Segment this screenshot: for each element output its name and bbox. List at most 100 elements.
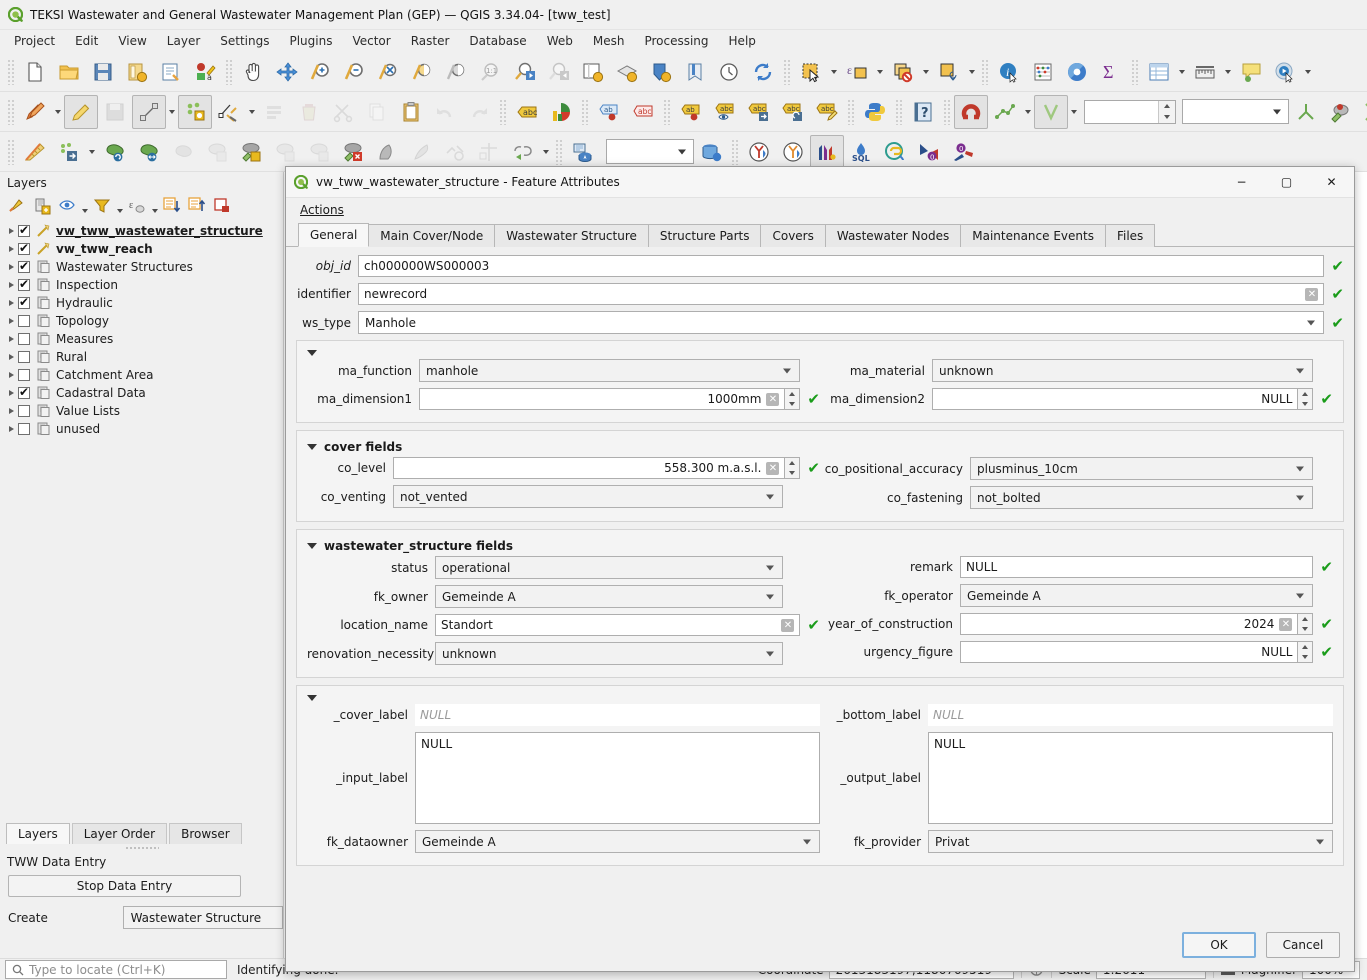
expand-all-icon[interactable] [160,194,184,218]
open-attribute-table-icon[interactable] [1142,55,1176,89]
new-print-layout2-icon[interactable] [644,55,678,89]
db-layer-combo[interactable] [606,139,694,164]
deselect-features-icon[interactable] [886,55,920,89]
tww-node-icon[interactable]: 0 [946,135,980,169]
cancel-button[interactable]: Cancel [1266,932,1340,958]
menu-web[interactable]: Web [537,32,583,50]
collapse-triangle-icon[interactable] [307,444,317,450]
spinner-arrows[interactable] [1158,100,1175,123]
offset-curve-icon[interactable] [404,135,438,169]
tww-flowdir-icon[interactable]: 0 [912,135,946,169]
layer-visibility-checkbox[interactable] [18,333,30,345]
layer-row[interactable]: Measures [0,330,283,348]
merge-features-icon[interactable] [506,135,540,169]
move-label-icon[interactable]: abc [742,95,776,129]
co-positional-accuracy-combo[interactable]: plusminus_10cm [970,457,1314,480]
select-value-icon[interactable] [932,55,966,89]
select-features-icon[interactable] [794,55,828,89]
sum-icon[interactable]: Σ [1094,55,1128,89]
run-action-icon[interactable] [1268,55,1302,89]
vertex-tool-icon[interactable] [212,95,246,129]
layer-row[interactable]: vw_tww_wastewater_structure [0,222,283,240]
redo-icon[interactable] [462,95,496,129]
layer-row[interactable]: Catchment Area [0,366,283,384]
tww-wizard-icon[interactable] [742,135,776,169]
urgency-figure-input[interactable]: NULL [960,641,1299,663]
chevron-down-icon[interactable] [80,195,89,217]
identify-features-icon[interactable]: i [992,55,1026,89]
urgency-figure-spinner[interactable] [1298,641,1314,663]
highlight-unplaced-labels-icon[interactable]: abc [626,95,660,129]
maximize-button[interactable]: ▢ [1264,167,1309,198]
chevron-down-icon[interactable] [166,97,178,127]
menu-layer[interactable]: Layer [157,32,210,50]
cut-features-icon[interactable] [326,95,360,129]
tww-connect-icon[interactable] [878,135,912,169]
chevron-down-icon[interactable] [1302,57,1314,87]
refresh-icon[interactable] [746,55,780,89]
zoom-to-selection-icon[interactable] [406,55,440,89]
chevron-down-icon[interactable] [1068,97,1080,127]
minimize-button[interactable]: − [1219,167,1264,198]
measure-line-icon[interactable] [1188,55,1222,89]
ws-type-combo[interactable]: Manhole [358,311,1325,334]
python-console-icon[interactable] [858,95,892,129]
bottom-label-input[interactable]: NULL [928,704,1333,726]
layer-row[interactable]: Cadastral Data [0,384,283,402]
chevron-down-icon[interactable] [150,195,159,217]
add-part2-icon[interactable] [234,135,268,169]
expand-arrow-icon[interactable] [4,372,18,378]
chevron-down-icon[interactable] [874,57,886,87]
fill-ring-icon[interactable] [268,135,302,169]
chevron-down-icon[interactable] [246,97,258,127]
create-type-combo[interactable]: Wastewater Structure [122,906,283,929]
simplify-feature-icon[interactable] [166,135,200,169]
ma-material-combo[interactable]: unknown [932,359,1314,382]
collapse-triangle-icon[interactable] [307,543,317,549]
chevron-down-icon[interactable] [1176,57,1188,87]
split-parts-icon[interactable] [472,135,506,169]
copy-features-icon[interactable] [360,95,394,129]
menu-raster[interactable]: Raster [401,32,460,50]
add-part-icon[interactable] [52,135,86,169]
chevron-down-icon[interactable] [828,57,840,87]
chevron-down-icon[interactable] [540,137,552,167]
expand-arrow-icon[interactable] [4,264,18,270]
menu-settings[interactable]: Settings [210,32,279,50]
expand-arrow-icon[interactable] [4,246,18,252]
expand-arrow-icon[interactable] [4,318,18,324]
avoid-overlap-icon[interactable] [1323,95,1357,129]
fk-owner-combo[interactable]: Gemeinde A [435,585,783,608]
zoom-out-icon[interactable] [338,55,372,89]
tab-main-cover-node[interactable]: Main Cover/Node [368,224,496,247]
snapping-vertex-icon[interactable] [1034,94,1068,129]
expand-arrow-icon[interactable] [4,354,18,360]
layer-visibility-checkbox[interactable] [18,385,30,399]
menu-project[interactable]: Project [4,32,65,50]
clear-identifier-icon[interactable]: ✕ [1305,287,1319,301]
layer-visibility-checkbox[interactable] [18,277,30,291]
chevron-down-icon[interactable] [966,57,978,87]
change-label-icon[interactable]: abc [810,95,844,129]
highlight-pinned-labels-icon[interactable]: ab [592,95,626,129]
tww-profile-icon[interactable] [810,134,844,169]
save-project-icon[interactable] [86,55,120,89]
new-project-icon[interactable] [18,55,52,89]
ma-dimension1-spinner[interactable] [785,388,801,410]
new-3d-view-icon[interactable] [610,55,644,89]
expand-arrow-icon[interactable] [4,282,18,288]
cover-label-input[interactable]: NULL [415,704,820,726]
year-of-construction-spinner[interactable] [1298,613,1314,635]
toggle-editing-icon[interactable] [64,94,98,129]
chevron-down-icon[interactable] [1022,97,1034,127]
open-project-icon[interactable] [52,55,86,89]
chevron-down-icon[interactable] [86,137,98,167]
collapse-triangle-icon[interactable] [307,695,317,701]
fk-dataowner-combo[interactable]: Gemeinde A [415,830,820,853]
close-button[interactable]: ✕ [1309,167,1354,198]
remove-layer-icon[interactable] [210,194,234,218]
expand-arrow-icon[interactable] [4,336,18,342]
save-project-as-icon[interactable] [120,55,154,89]
scale-feature-icon[interactable] [132,135,166,169]
paste-features-icon[interactable] [394,95,428,129]
